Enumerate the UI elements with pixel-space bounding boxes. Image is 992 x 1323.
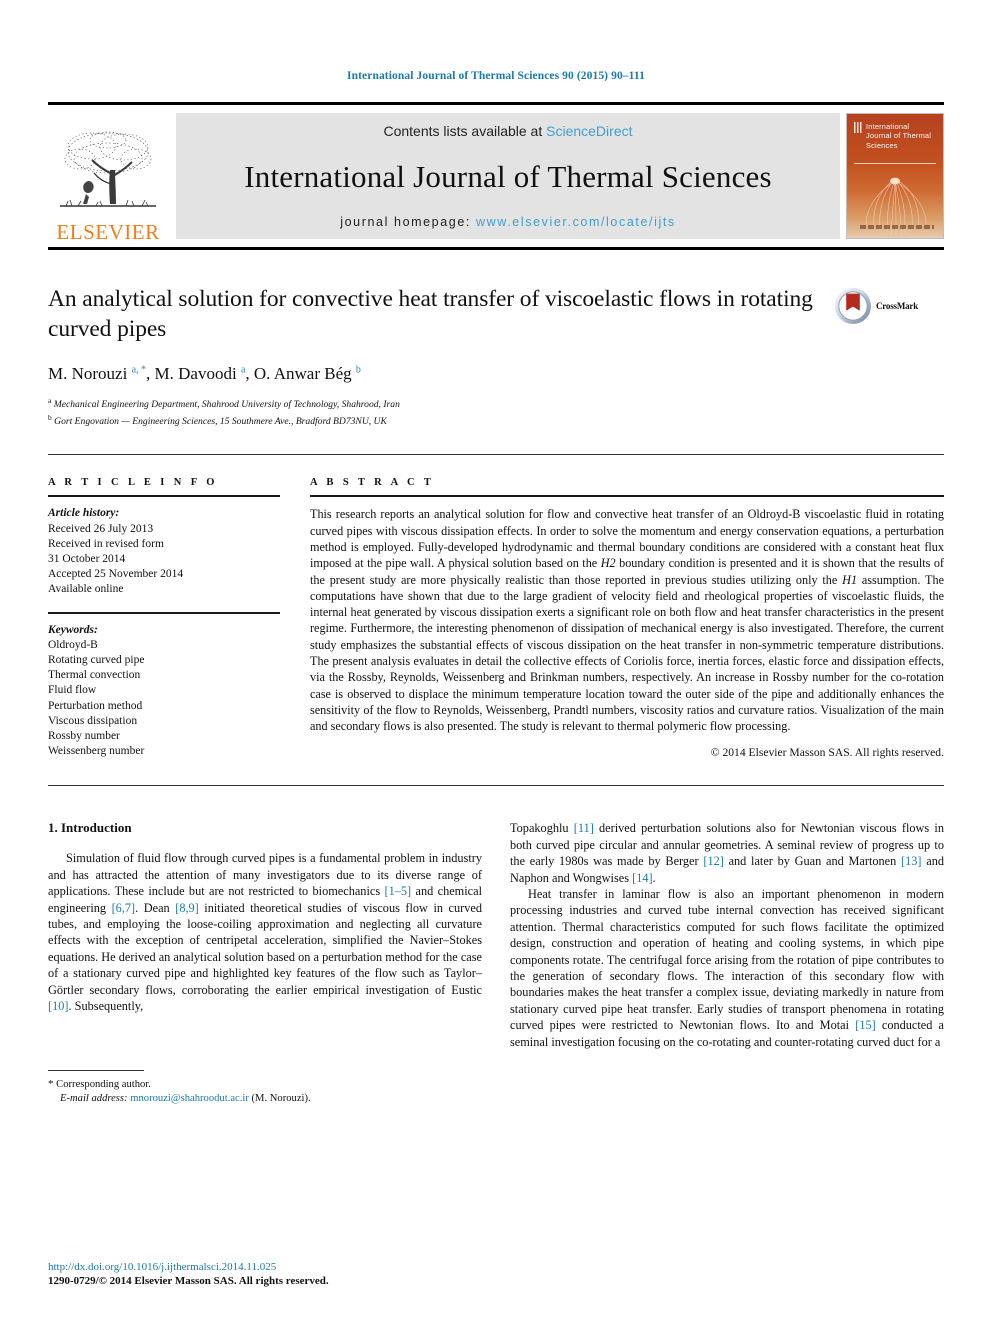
keyword-item: Viscous dissipation (48, 714, 138, 727)
abstract-text: This research reports an analytical solu… (310, 507, 944, 734)
article-header: An analytical solution for convective he… (48, 284, 944, 428)
citation-link[interactable]: [6,7] (112, 901, 136, 915)
journal-title: International Journal of Thermal Science… (244, 159, 772, 194)
affiliation-a-text: Mechanical Engineering Department, Shahr… (53, 399, 400, 411)
cover-divider (854, 163, 936, 164)
abstract-copyright: © 2014 Elsevier Masson SAS. All rights r… (710, 745, 944, 759)
keyword-item: Weissenberg number (48, 745, 145, 758)
article-info-heading: A R T I C L E I N F O (48, 477, 218, 489)
history-item: Available online (48, 583, 124, 596)
keyword-item: Rossby number (48, 730, 120, 743)
keyword-item: Fluid flow (48, 684, 97, 697)
elsevier-logo: ELSEVIER (48, 105, 168, 247)
keyword-item: Rotating curved pipe (48, 654, 145, 666)
author-list: M. Norouzi a, *, M. Davoodi a, O. Anwar … (48, 364, 361, 383)
cover-footer-text (860, 225, 934, 229)
keywords-group: Keywords: Oldroyd-B Rotating curved pipe… (48, 623, 280, 760)
affiliation-b: b Gort Engovation — Engineering Sciences… (48, 412, 387, 427)
citation-link[interactable]: [10] (48, 999, 69, 1013)
abstract-rule (310, 495, 944, 498)
contents-prefix: Contents lists available at (383, 123, 547, 139)
abstract-column: A B S T R A C T This research reports an… (310, 477, 944, 759)
page-title: An analytical solution for convective he… (48, 286, 813, 342)
keywords-label: Keywords: (48, 623, 98, 636)
footnote-block: * Corresponding author. E-mail address: … (48, 1070, 482, 1106)
citation-link[interactable]: [13] (901, 854, 922, 868)
body-column-left: 1. Introduction Simulation of fluid flow… (48, 820, 482, 1106)
history-item: 31 October 2014 (48, 552, 126, 565)
intro-paragraph-right-2: Heat transfer in laminar flow is also an… (510, 887, 944, 1049)
journal-homepage-link[interactable]: www.elsevier.com/locate/ijts (476, 215, 676, 229)
citation-link[interactable]: [12] (703, 854, 724, 868)
info-abstract-section: A R T I C L E I N F O Article history: R… (48, 477, 944, 759)
doi-footer: http://dx.doi.org/10.1016/j.ijthermalsci… (48, 1260, 329, 1289)
citation-link[interactable]: [8,9] (175, 901, 199, 915)
issn-copyright-line: 1290-0729/© 2014 Elsevier Masson SAS. Al… (48, 1275, 329, 1288)
intro-paragraph-right-1: Topakoghlu [11] derived perturbation sol… (510, 821, 944, 885)
abstract-heading: A B S T R A C T (310, 477, 435, 489)
homepage-prefix: journal homepage: (340, 215, 477, 229)
history-item: Received 26 July 2013 (48, 522, 154, 535)
history-item: Received in revised form (48, 537, 164, 550)
corresponding-author-text: Corresponding author. (56, 1079, 151, 1091)
journal-masthead: ELSEVIER Contents lists available at Sci… (48, 102, 944, 250)
affiliation-a: a Mechanical Engineering Department, Sha… (48, 396, 400, 411)
elsevier-tree-icon (60, 131, 156, 207)
keyword-item: Thermal convection (48, 669, 141, 682)
citation-link[interactable]: [11] (574, 821, 594, 835)
email-note: E-mail address: mnorouzi@shahroodut.ac.i… (48, 1092, 482, 1106)
running-head: International Journal of Thermal Science… (347, 70, 645, 82)
italic-term: H1 (842, 572, 858, 587)
journal-banner: Contents lists available at ScienceDirec… (176, 113, 840, 239)
email-label: E-mail address: (60, 1093, 128, 1105)
citation-link[interactable]: [1–5] (384, 884, 411, 898)
crossmark-badge[interactable]: CrossMark (834, 284, 944, 328)
crossmark-logo-icon (835, 288, 871, 324)
keyword-item: Oldroyd-B (48, 638, 98, 651)
article-history-group: Article history: Received 26 July 2013 R… (48, 506, 280, 597)
history-item: Accepted 25 November 2014 (48, 568, 184, 581)
keywords-rule (48, 611, 280, 614)
body-columns: 1. Introduction Simulation of fluid flow… (48, 820, 944, 1106)
italic-term: H2 (600, 556, 616, 571)
journal-article-page: International Journal of Thermal Science… (0, 0, 992, 1323)
header-divider (48, 454, 944, 456)
elsevier-wordmark: ELSEVIER (56, 220, 160, 244)
intro-paragraph-left: Simulation of fluid flow through curved … (48, 851, 483, 1014)
affiliation-list: a Mechanical Engineering Department, Sha… (48, 395, 824, 428)
abstract-bottom-divider (48, 785, 944, 787)
crossmark-label: CrossMark (876, 301, 919, 311)
journal-cover-thumbnail: International Journal of Thermal Science… (846, 113, 944, 239)
footnote-rule (48, 1070, 144, 1072)
email-suffix: (M. Norouzi). (251, 1093, 311, 1105)
body-column-right: Topakoghlu [11] derived perturbation sol… (510, 820, 944, 1106)
cover-title-text: International Journal of Thermal Science… (866, 122, 932, 150)
email-link[interactable]: mnorouzi@shahroodut.ac.ir (130, 1093, 249, 1104)
citation-link[interactable]: [14] (632, 871, 653, 885)
doi-link[interactable]: http://dx.doi.org/10.1016/j.ijthermalsci… (48, 1260, 329, 1275)
journal-homepage-line: journal homepage: www.elsevier.com/locat… (340, 215, 676, 229)
contents-available-line: Contents lists available at ScienceDirec… (383, 123, 632, 139)
elsevier-mark-icon (854, 122, 863, 133)
keyword-item: Perturbation method (48, 699, 143, 712)
citation-link[interactable]: [15] (855, 1018, 876, 1032)
article-info-rule (48, 495, 280, 498)
sciencedirect-link[interactable]: ScienceDirect (546, 123, 632, 139)
article-history-label: Article history: (48, 507, 120, 520)
section-heading-introduction: 1. Introduction (48, 820, 132, 836)
corresponding-author-note: * Corresponding author. (48, 1077, 482, 1092)
article-info-column: A R T I C L E I N F O Article history: R… (48, 477, 280, 759)
affiliation-b-text: Gort Engovation — Engineering Sciences, … (54, 415, 387, 427)
asterisk-icon: * (48, 1078, 54, 1091)
